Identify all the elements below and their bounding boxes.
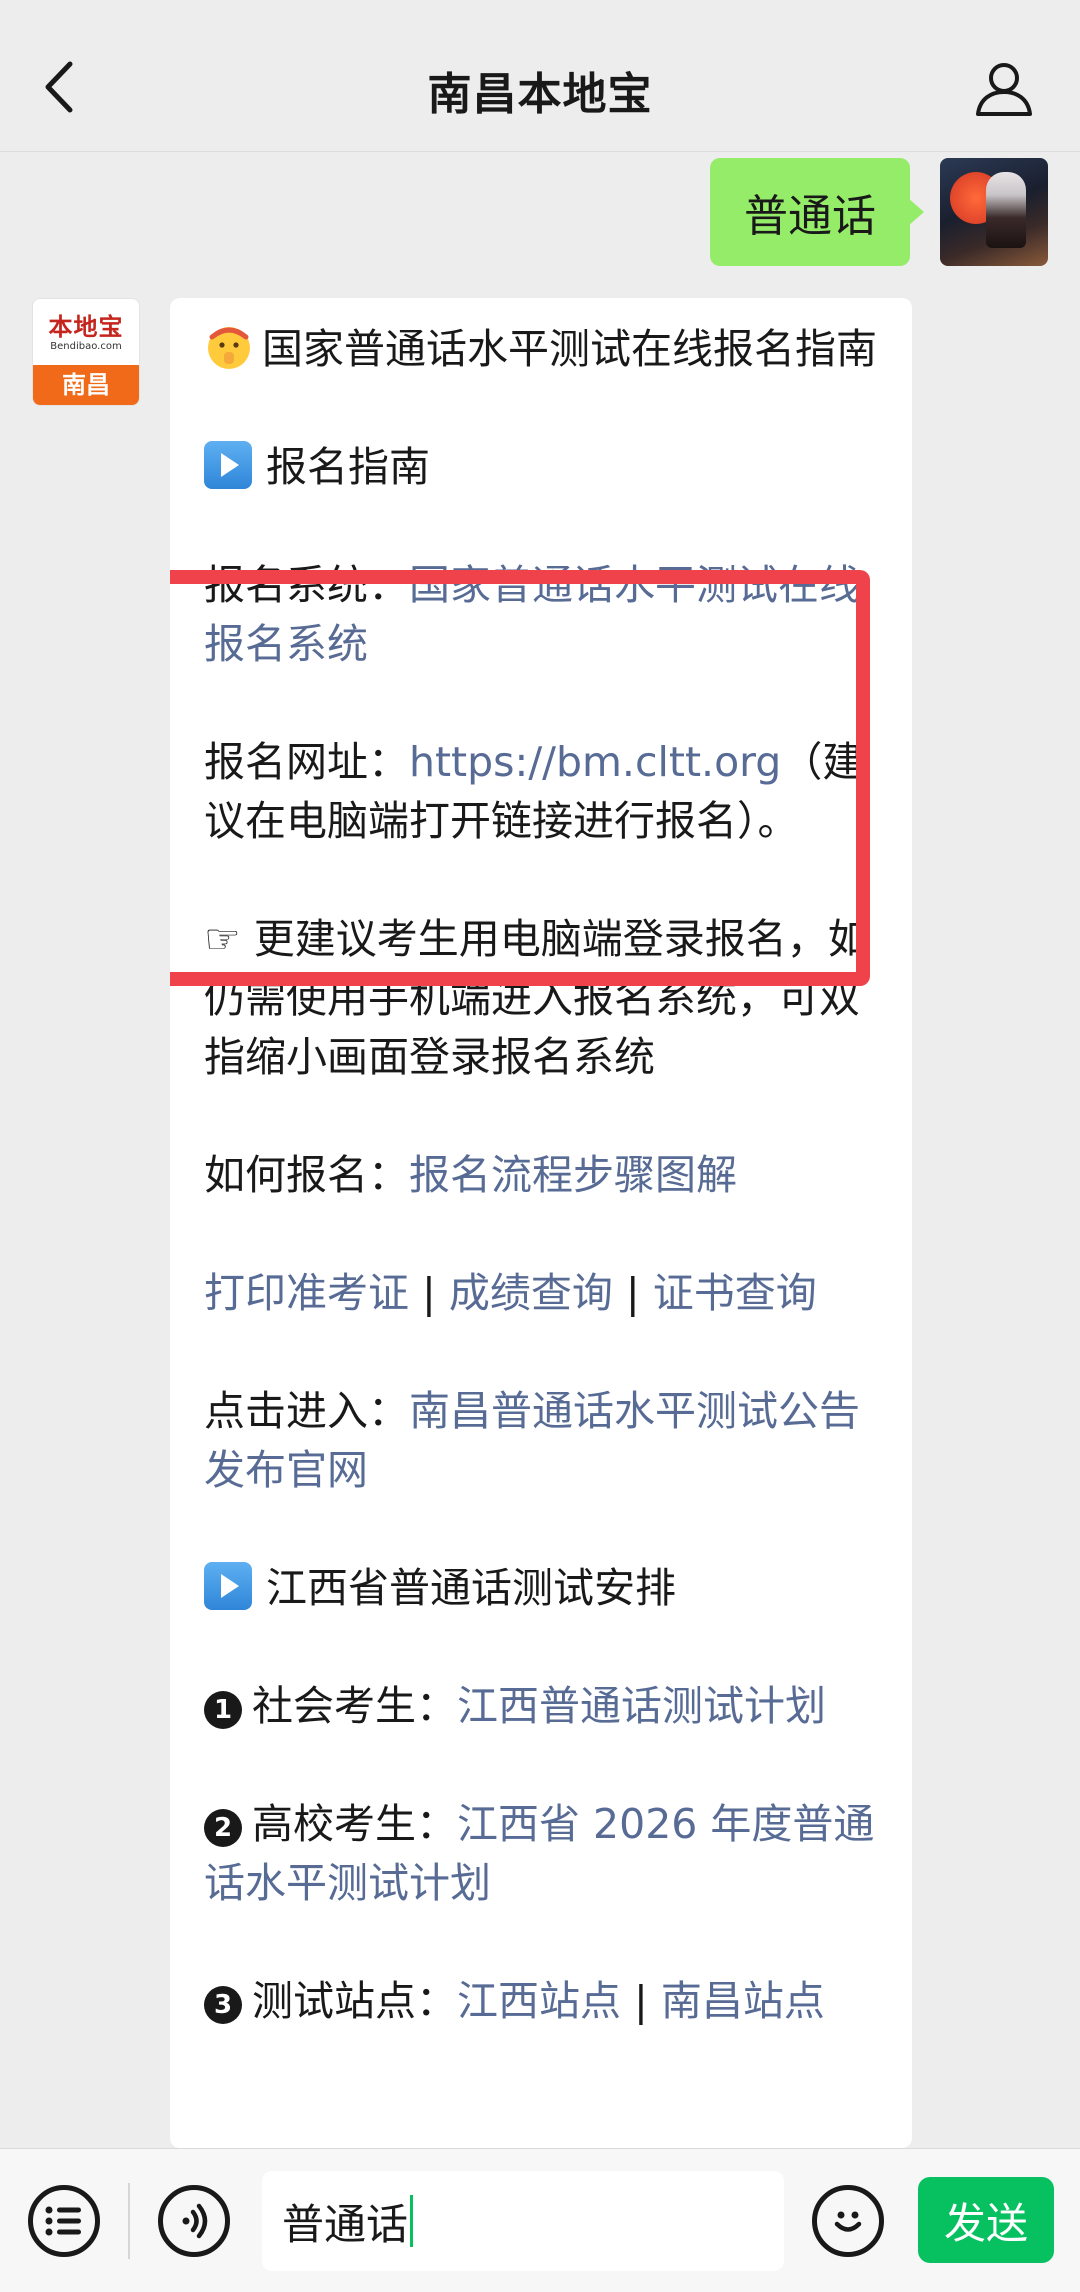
logo-subtext: Bendibao.com: [50, 341, 122, 352]
smiley-icon: [834, 2211, 862, 2232]
nanchang-site-link[interactable]: 南昌站点: [661, 1977, 825, 2025]
logo-text: 本地宝: [48, 313, 124, 341]
enter-line: 点击进入：南昌普通话水平测试公告发布官网: [204, 1387, 860, 1494]
divider: [128, 2183, 130, 2259]
number-1-icon: 1: [204, 1691, 242, 1729]
certificate-query-link[interactable]: 证书查询: [653, 1269, 817, 1317]
profile-button[interactable]: [972, 56, 1036, 120]
logo-city: 南昌: [33, 365, 139, 405]
item-1: 1 社会考生：江西普通话测试计划: [204, 1677, 880, 1736]
links-row: 打印准考证 | 成绩查询 | 证书查询: [204, 1269, 817, 1317]
section-heading-1: 报名指南: [204, 438, 880, 497]
social-plan-link[interactable]: 江西普通话测试计划: [457, 1682, 826, 1730]
user-icon: [976, 63, 1032, 116]
user-avatar[interactable]: [940, 158, 1048, 266]
number-2-icon: 2: [204, 1809, 242, 1847]
section-heading-2: 江西省普通话测试安排: [204, 1559, 880, 1618]
bot-avatar[interactable]: 本地宝 Bendibao.com 南昌: [32, 298, 140, 406]
score-query-link[interactable]: 成绩查询: [449, 1269, 613, 1317]
number-3-icon: 3: [204, 1986, 242, 2024]
item-3: 3 测试站点：江西站点 | 南昌站点: [204, 1972, 880, 2031]
voice-button[interactable]: [158, 2185, 230, 2257]
highlight-box: [170, 570, 870, 986]
how-link[interactable]: 报名流程步骤图解: [409, 1151, 737, 1199]
list-menu-icon: [45, 2206, 81, 2236]
incoming-message-bubble: 国家普通话水平测试在线报名指南 报名指南 报名系统：国家普通话水平测试在线报名系…: [170, 298, 912, 2148]
message-title: 国家普通话水平测试在线报名指南: [204, 320, 880, 379]
item-2: 2 高校考生：江西省 2026 年度普通话水平测试计划: [204, 1800, 875, 1907]
top-nav-bar: 南昌本地宝: [0, 0, 1080, 152]
how-line: 如何报名：报名流程步骤图解: [204, 1151, 737, 1199]
emoji-button[interactable]: [812, 2185, 884, 2257]
play-icon: [204, 441, 252, 489]
message-input[interactable]: 普通话: [262, 2171, 784, 2271]
print-ticket-link[interactable]: 打印准考证: [204, 1269, 409, 1317]
jiangxi-site-link[interactable]: 江西站点: [457, 1977, 621, 2025]
menu-button[interactable]: [28, 2185, 100, 2257]
voice-icon: [182, 2203, 208, 2239]
play-icon: [204, 1562, 252, 1610]
outgoing-message-bubble[interactable]: 普通话: [710, 158, 924, 266]
outgoing-message-text: 普通话: [744, 191, 876, 242]
text-cursor: [410, 2195, 414, 2247]
send-button[interactable]: 发送: [918, 2177, 1054, 2263]
input-text: 普通话: [282, 2199, 409, 2249]
input-bar: 普通话 发送: [0, 2148, 1080, 2292]
chat-title: 南昌本地宝: [427, 69, 653, 120]
shush-emoji-icon: [208, 327, 250, 369]
